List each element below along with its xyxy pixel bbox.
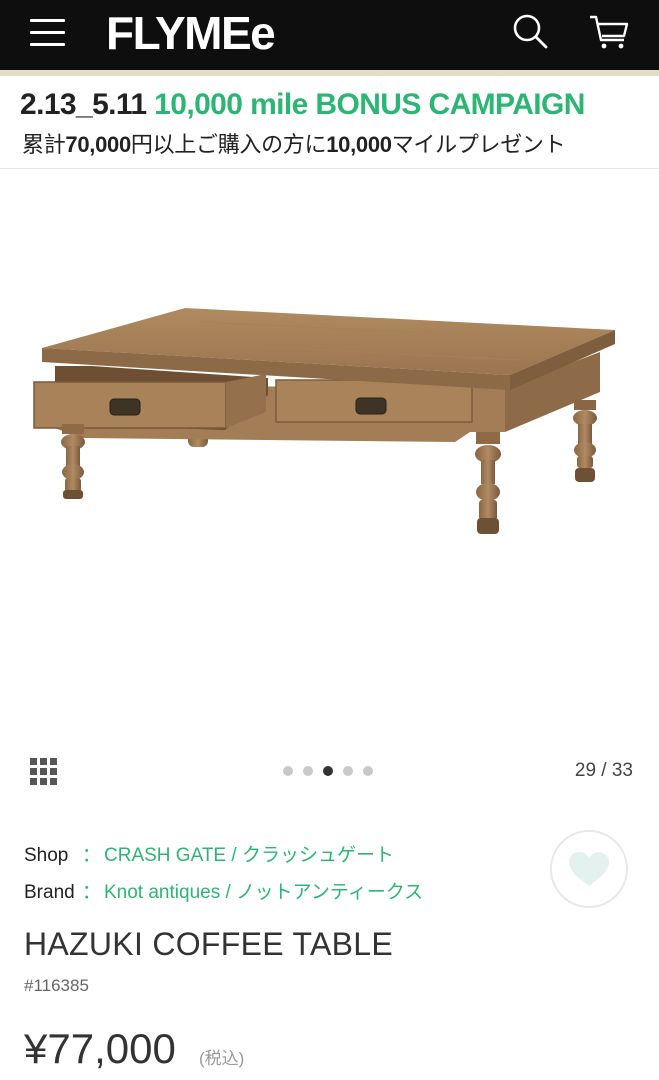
campaign-desc-prefix: 累計 — [22, 132, 66, 157]
campaign-desc-miles: 10,000 — [326, 132, 392, 157]
tax-note: (税込) — [199, 1049, 245, 1068]
gallery-dot[interactable] — [303, 766, 313, 776]
gallery-dot[interactable] — [323, 766, 333, 776]
campaign-banner[interactable]: 2.13_5.11 10,000 mile BONUS CAMPAIGN 累計7… — [0, 76, 659, 169]
shop-row: Shop ： CRASH GATE / クラッシュゲート — [24, 840, 394, 867]
product-photo[interactable] — [0, 170, 659, 745]
hamburger-menu-button[interactable] — [30, 17, 66, 47]
search-icon — [513, 14, 548, 49]
brand-separator: ： — [82, 882, 102, 903]
campaign-description: 累計70,000円以上ご購入の方に10,000マイルプレゼント — [22, 130, 566, 160]
cart-button[interactable] — [587, 12, 631, 52]
shop-link[interactable]: CRASH GATE / クラッシュゲート — [104, 845, 394, 866]
search-button[interactable] — [510, 12, 552, 52]
coffee-table-image — [33, 308, 615, 534]
campaign-title: 10,000 mile BONUS CAMPAIGN — [154, 88, 585, 121]
brand-link[interactable]: Knot antiques / ノットアンティークス — [104, 882, 423, 903]
product-sku: #116385 — [24, 976, 89, 995]
heart-icon — [569, 852, 609, 886]
gallery-dot[interactable] — [343, 766, 353, 776]
campaign-desc-amount: 70,000 — [65, 132, 131, 157]
shop-separator: ： — [82, 845, 102, 866]
campaign-desc-middle: 円以上ご購入の方に — [130, 132, 327, 157]
campaign-dates: 2.13_5.11 — [20, 88, 147, 121]
gallery-grid-button[interactable] — [30, 758, 58, 786]
hamburger-menu-icon-bar — [30, 43, 65, 46]
product-price: ¥77,000 — [24, 1025, 176, 1072]
hamburger-menu-icon — [30, 19, 65, 22]
brand-row: Brand ： Knot antiques / ノットアンティークス — [24, 877, 423, 904]
brand-label: Brand — [24, 882, 75, 903]
hamburger-menu-icon-bar — [30, 31, 65, 34]
gallery-dot[interactable] — [363, 766, 373, 776]
gallery-dot[interactable] — [283, 766, 293, 776]
grid-icon — [30, 758, 57, 785]
product-title: HAZUKI COFFEE TABLE — [24, 926, 394, 962]
shop-label: Shop — [24, 845, 69, 866]
favorite-button[interactable] — [550, 830, 628, 908]
campaign-headline: 2.13_5.11 10,000 mile BONUS CAMPAIGN — [20, 87, 585, 123]
gallery-image-counter: 29 / 33 — [574, 760, 633, 781]
site-logo[interactable]: FLYMEe — [106, 7, 276, 59]
cart-icon — [590, 15, 629, 49]
campaign-desc-suffix: マイルプレゼント — [391, 132, 566, 157]
top-navigation-bar: FLYMEe — [0, 0, 659, 70]
